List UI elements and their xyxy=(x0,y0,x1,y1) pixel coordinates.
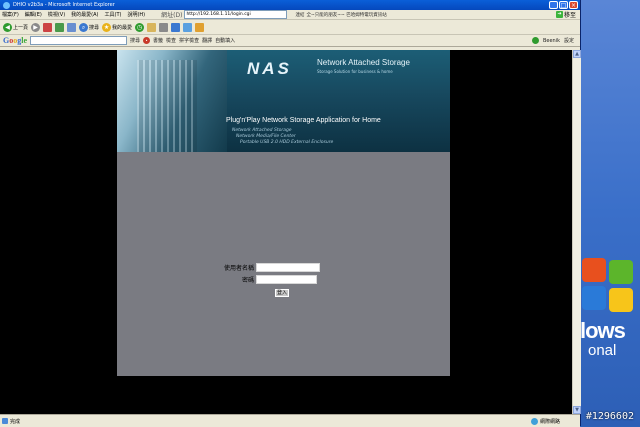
scroll-down-icon[interactable]: ▼ xyxy=(573,406,581,414)
stop-icon[interactable] xyxy=(43,22,53,32)
menu-bar: 檔案(F) 編輯(E) 檢視(V) 我的最愛(A) 工具(T) 說明(H) 網址… xyxy=(0,10,580,20)
feature-media: Network Media/File Center xyxy=(236,134,296,139)
address-label: 網址(D) xyxy=(161,12,183,19)
refresh-icon[interactable] xyxy=(55,22,65,32)
feature-usb: Portable USB 2.0 HDD External Enclosure xyxy=(240,140,334,145)
search-button[interactable]: ⌕ 搜尋 xyxy=(79,22,100,32)
menu-favorites[interactable]: 我的最愛(A) xyxy=(71,11,98,18)
vertical-scrollbar[interactable]: ▲ ▼ xyxy=(572,50,581,414)
back-arrow-icon: ◀ xyxy=(3,22,12,32)
google-logo: Google xyxy=(3,36,28,45)
close-button[interactable]: × xyxy=(569,1,578,9)
windows-edition-text: onal xyxy=(588,342,617,359)
history-icon[interactable]: ◷ xyxy=(135,22,145,32)
menu-file[interactable]: 檔案(F) xyxy=(2,11,19,18)
link-item[interactable]: 全~只能的朋友~~ 巴哈姆特電玩資訊站 xyxy=(306,12,386,18)
google-bookmarks[interactable]: 書籤 xyxy=(153,37,163,44)
favorites-button[interactable]: ★ 我的最愛 xyxy=(102,22,133,32)
search-label: 搜尋 xyxy=(89,24,100,31)
scroll-up-icon[interactable]: ▲ xyxy=(573,50,581,58)
minimize-button[interactable]: _ xyxy=(549,1,558,9)
user-icon xyxy=(531,37,539,44)
google-translate[interactable]: 翻譯 xyxy=(202,37,212,44)
login-button[interactable]: 登入 xyxy=(275,289,289,297)
banner-subtitle: Storage Solution for business & home xyxy=(317,69,393,74)
username-input[interactable] xyxy=(256,263,320,272)
menu-view[interactable]: 檢視(V) xyxy=(48,11,65,18)
status-text: 完成 xyxy=(10,418,21,425)
go-arrow-icon: ➜ xyxy=(555,11,563,18)
forward-arrow-icon[interactable]: ▶ xyxy=(31,22,41,32)
desktop-background: lows onal xyxy=(580,0,640,426)
title-bar: DHIO v2b3a - Microsoft Internet Explorer… xyxy=(0,0,580,10)
password-input[interactable] xyxy=(256,275,317,284)
back-button[interactable]: ◀ 上一頁 xyxy=(3,22,29,32)
google-search-input[interactable] xyxy=(30,36,128,45)
star-icon: ★ xyxy=(102,22,112,32)
banner-title: Network Attached Storage xyxy=(317,58,410,67)
ie-icon xyxy=(3,1,10,9)
home-icon[interactable] xyxy=(67,22,77,32)
nas-logo: NAS xyxy=(247,59,292,78)
username-label: 使用者名稱 xyxy=(223,265,254,272)
edit-icon[interactable] xyxy=(171,22,181,32)
address-input[interactable]: http://192.168.1.11/login.cgi xyxy=(184,10,288,19)
building-image xyxy=(117,50,227,152)
messenger-icon[interactable] xyxy=(183,22,193,32)
zone-text: 網際網路 xyxy=(539,418,560,425)
print-icon[interactable] xyxy=(159,22,169,32)
google-toolbar: Google 搜尋 • 書籤 檢查 拼字檢查 翻譯 自動填入 Beenik 設定 xyxy=(0,35,580,47)
window-title: DHIO v2b3a - Microsoft Internet Explorer xyxy=(13,2,115,8)
go-label: 移至 xyxy=(563,12,576,19)
pagerank-icon[interactable]: • xyxy=(143,37,151,44)
favorites-label: 我的最愛 xyxy=(112,24,133,31)
menu-help[interactable]: 說明(H) xyxy=(127,11,145,18)
status-bar: 完成 網際網路 xyxy=(0,414,580,427)
browser-window: DHIO v2b3a - Microsoft Internet Explorer… xyxy=(0,0,581,427)
google-check[interactable]: 檢查 xyxy=(166,37,176,44)
toolbar: ◀ 上一頁 ▶ ⌕ 搜尋 ★ 我的最愛 ◷ xyxy=(0,20,580,35)
google-search-button[interactable]: 搜尋 xyxy=(130,37,140,44)
mail-icon[interactable] xyxy=(147,22,157,32)
google-spellcheck[interactable]: 拼字檢查 xyxy=(179,37,199,44)
page-viewport: NAS Network Attached Storage Storage Sol… xyxy=(0,50,572,414)
banner-tagline: Plug'n'Play Network Storage Application … xyxy=(226,117,381,124)
address-bar: 網址(D) http://192.168.1.11/login.cgi xyxy=(161,10,288,19)
watermark: #1296602 xyxy=(585,411,634,422)
folder-icon[interactable] xyxy=(195,22,205,32)
login-panel: 使用者名稱 密碼 登入 xyxy=(117,152,450,376)
back-label: 上一頁 xyxy=(13,24,29,31)
google-autofill[interactable]: 自動填入 xyxy=(215,37,235,44)
internet-zone-icon xyxy=(530,417,538,425)
windows-flag-icon xyxy=(582,258,634,314)
maximize-button[interactable]: □ xyxy=(559,1,568,9)
go-button[interactable]: ➜ 移至 xyxy=(555,10,576,19)
password-row: 密碼 xyxy=(216,275,317,284)
google-user[interactable]: Beenik xyxy=(543,38,560,44)
username-row: 使用者名稱 xyxy=(216,263,320,272)
nas-banner: NAS Network Attached Storage Storage Sol… xyxy=(117,50,450,152)
menu-tools[interactable]: 工具(T) xyxy=(105,11,122,18)
windows-brand-text: lows xyxy=(580,318,626,343)
google-settings[interactable]: 設定 xyxy=(564,37,574,44)
links-bar: 連結 全~只能的朋友~~ 巴哈姆特電玩資訊站 xyxy=(295,12,386,18)
links-label: 連結 xyxy=(295,12,305,18)
password-label: 密碼 xyxy=(241,277,254,284)
feature-nas: Network Attached Storage xyxy=(232,128,292,133)
menu-edit[interactable]: 編輯(E) xyxy=(25,11,42,18)
search-icon: ⌕ xyxy=(79,22,89,32)
page-icon xyxy=(2,418,8,424)
